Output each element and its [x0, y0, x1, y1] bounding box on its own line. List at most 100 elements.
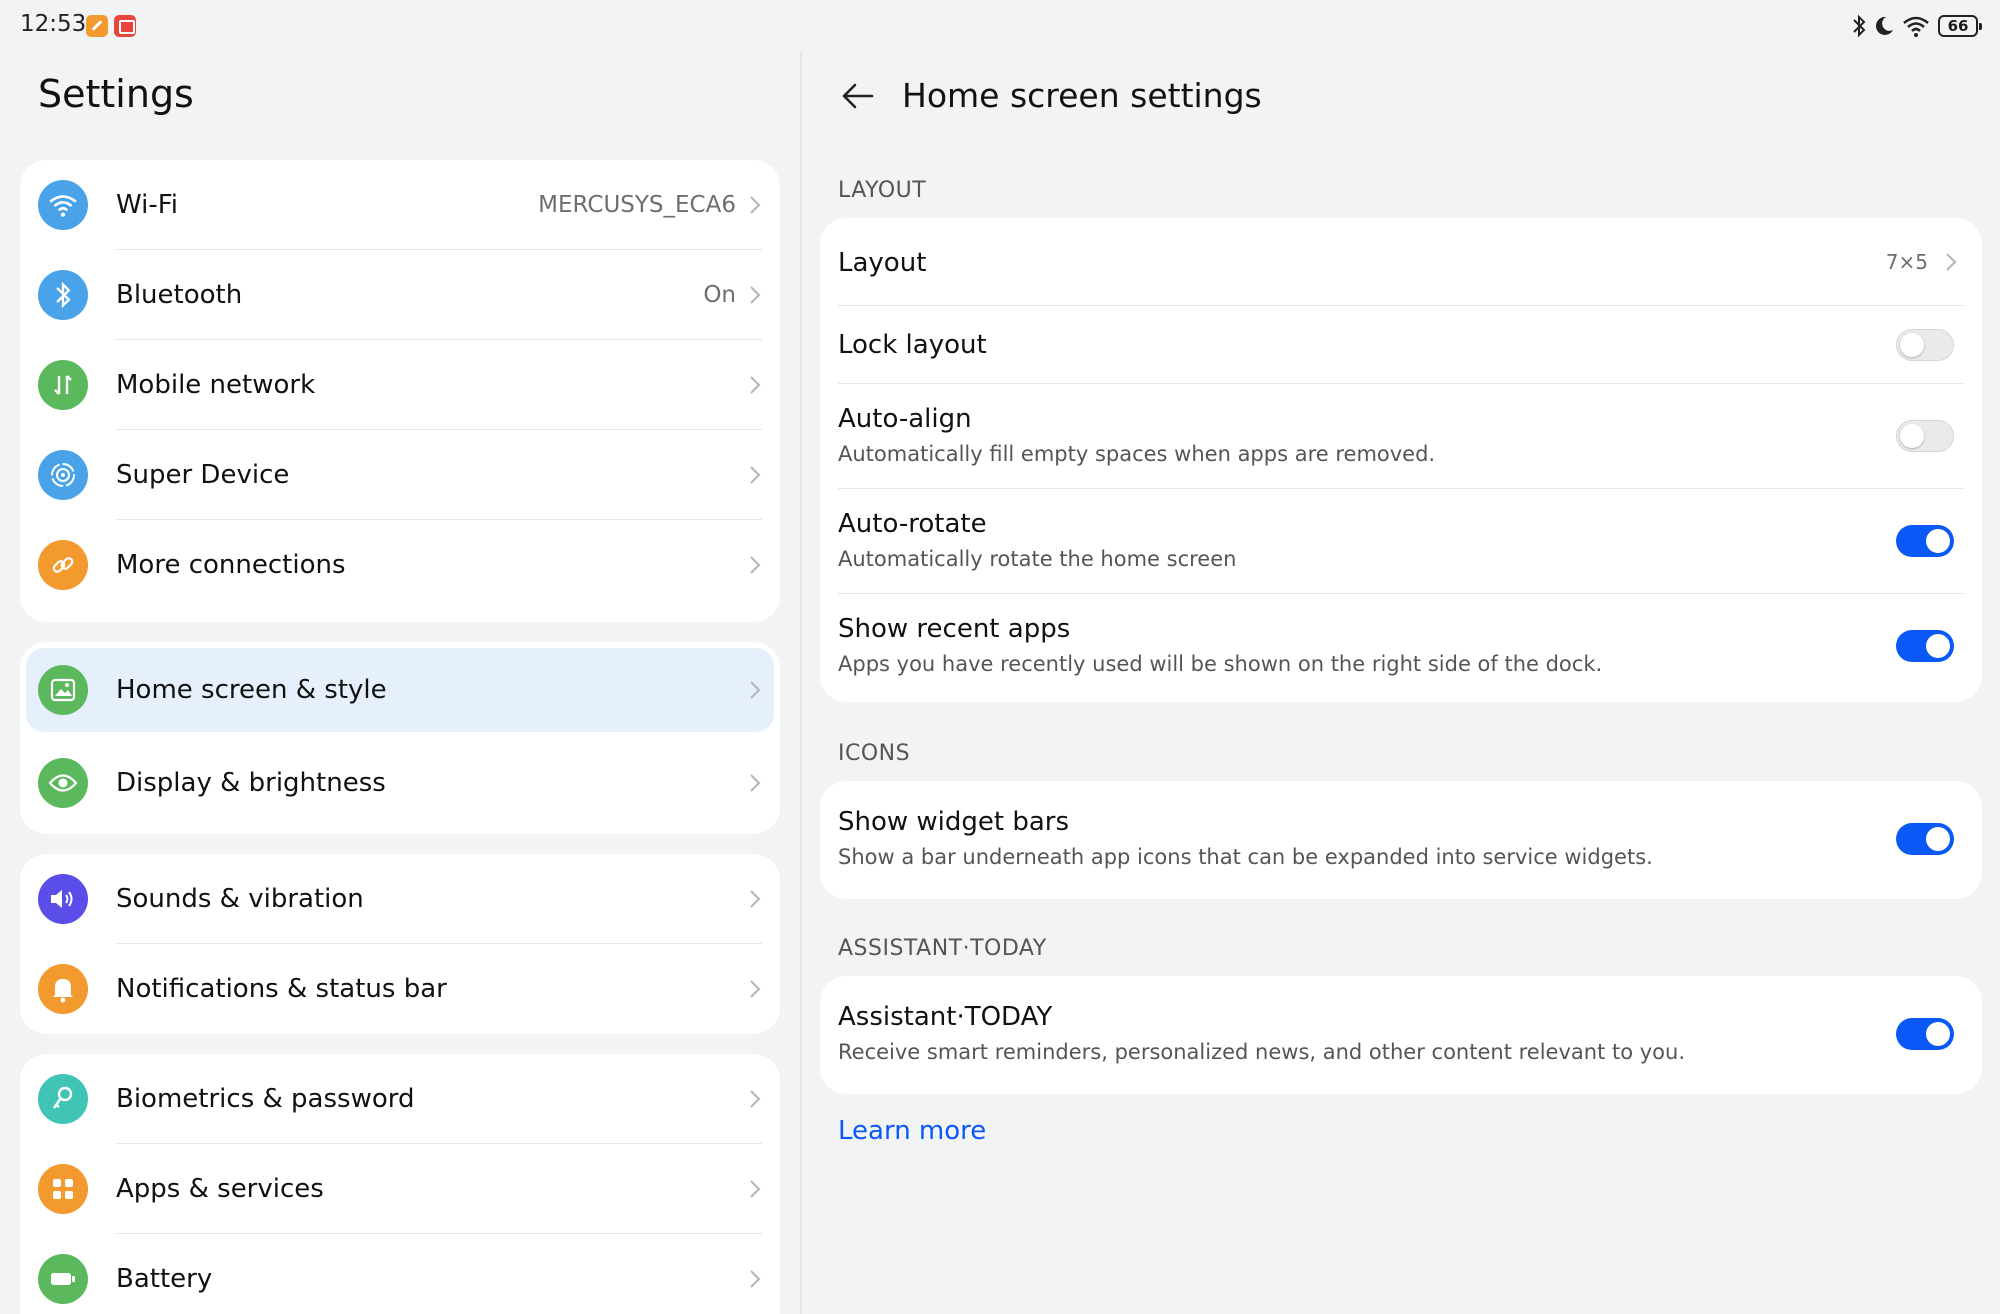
battery-icon [38, 1254, 88, 1304]
chevron-right-icon [750, 286, 761, 304]
setting-subtitle: Show a bar underneath app icons that can… [838, 845, 1653, 869]
bell-icon [38, 964, 88, 1014]
wifi-icon [1902, 15, 1930, 37]
eye-icon [38, 758, 88, 808]
sidebar-item-mobile-network[interactable]: Mobile network [20, 340, 780, 430]
auto-rotate-toggle[interactable] [1896, 525, 1954, 557]
sidebar-item-label: Mobile network [116, 370, 316, 400]
setting-title: Auto-align [838, 404, 972, 434]
key-icon [38, 1074, 88, 1124]
setting-row-auto-rotate[interactable]: Auto-rotate Automatically rotate the hom… [820, 489, 1982, 594]
sidebar-item-value: MERCUSYS_ECA6 [538, 192, 736, 218]
chevron-right-icon [1946, 253, 1957, 271]
sidebar-item-label: Apps & services [116, 1174, 324, 1204]
chevron-right-icon [750, 890, 761, 908]
setting-title: Layout [838, 248, 927, 278]
mobile-data-icon [38, 360, 88, 410]
lock-layout-toggle[interactable] [1896, 329, 1954, 361]
setting-subtitle: Receive smart reminders, personalized ne… [838, 1040, 1685, 1064]
link-icon [38, 540, 88, 590]
chevron-right-icon [750, 681, 761, 699]
section-header-assistant-today: ASSISTANT·TODAY [838, 936, 1047, 961]
settings-group-display: Home screen & style Display & brightness [20, 642, 780, 834]
settings-card-icons: Show widget bars Show a bar underneath a… [820, 781, 1982, 899]
chevron-right-icon [750, 466, 761, 484]
setting-row-auto-align[interactable]: Auto-align Automatically fill empty spac… [820, 384, 1982, 489]
page-title: Settings [38, 72, 194, 116]
sidebar-item-more-connections[interactable]: More connections [20, 520, 780, 610]
sidebar-item-label: Wi-Fi [116, 190, 179, 220]
learn-more-link[interactable]: Learn more [838, 1116, 986, 1146]
settings-group-security: Biometrics & password Apps & services Ba… [20, 1054, 780, 1314]
bluetooth-icon [1852, 14, 1866, 38]
moon-icon [1874, 15, 1894, 37]
setting-title: Show widget bars [838, 807, 1070, 837]
back-arrow-icon[interactable] [838, 76, 878, 116]
setting-title: Show recent apps [838, 614, 1071, 644]
setting-title: Auto-rotate [838, 509, 987, 539]
bluetooth-icon [38, 270, 88, 320]
sidebar-item-biometrics-password[interactable]: Biometrics & password [20, 1054, 780, 1144]
sidebar-item-sounds-vibration[interactable]: Sounds & vibration [20, 854, 780, 944]
chevron-right-icon [750, 1090, 761, 1108]
auto-align-toggle[interactable] [1896, 420, 1954, 452]
app-notification-icon [114, 15, 136, 37]
sidebar-item-label: Home screen & style [116, 675, 387, 705]
setting-row-assistant-today[interactable]: Assistant·TODAY Receive smart reminders,… [820, 976, 1982, 1094]
settings-group-connections: Wi-Fi MERCUSYS_ECA6 Bluetooth On Mobile … [20, 160, 780, 622]
settings-card-layout: Layout 7×5 Lock layout Auto-align Automa… [820, 218, 1982, 702]
sidebar-item-notifications-status-bar[interactable]: Notifications & status bar [20, 944, 780, 1034]
setting-subtitle: Automatically rotate the home screen [838, 547, 1237, 571]
setting-value: 7×5 [1885, 250, 1928, 274]
sidebar-item-bluetooth[interactable]: Bluetooth On [20, 250, 780, 340]
image-icon [38, 665, 88, 715]
chevron-right-icon [750, 980, 761, 998]
wifi-icon [38, 180, 88, 230]
sidebar-item-apps-services[interactable]: Apps & services [20, 1144, 780, 1234]
speaker-icon [38, 874, 88, 924]
sidebar-item-label: More connections [116, 550, 346, 580]
sidebar-item-label: Biometrics & password [116, 1084, 415, 1114]
show-recent-apps-toggle[interactable] [1896, 630, 1954, 662]
chevron-right-icon [750, 196, 761, 214]
setting-subtitle: Apps you have recently used will be show… [838, 652, 1603, 676]
app-notification-icon [86, 15, 108, 37]
show-widget-bars-toggle[interactable] [1896, 823, 1954, 855]
chevron-right-icon [750, 1180, 761, 1198]
status-bar: 12:53 66 [0, 0, 2000, 52]
section-header-icons: ICONS [838, 741, 911, 766]
setting-row-show-widget-bars[interactable]: Show widget bars Show a bar underneath a… [820, 781, 1982, 899]
page-title: Home screen settings [902, 76, 1262, 115]
sidebar-item-home-screen-style[interactable]: Home screen & style [20, 642, 780, 738]
assistant-today-toggle[interactable] [1896, 1018, 1954, 1050]
clock: 12:53 [20, 11, 87, 37]
setting-row-lock-layout[interactable]: Lock layout [820, 306, 1982, 384]
apps-icon [38, 1164, 88, 1214]
setting-subtitle: Automatically fill empty spaces when app… [838, 442, 1436, 466]
chevron-right-icon [750, 556, 761, 574]
sidebar-item-label: Display & brightness [116, 768, 386, 798]
sidebar-item-label: Bluetooth [116, 280, 243, 310]
sidebar-item-wifi[interactable]: Wi-Fi MERCUSYS_ECA6 [20, 160, 780, 250]
sidebar-item-label: Sounds & vibration [116, 884, 364, 914]
battery-icon: 66 [1938, 15, 1982, 37]
sidebar-item-label: Super Device [116, 460, 290, 490]
section-header-layout: LAYOUT [838, 178, 927, 203]
setting-title: Assistant·TODAY [838, 1002, 1053, 1032]
sidebar-item-value: On [703, 282, 736, 308]
settings-card-assistant: Assistant·TODAY Receive smart reminders,… [820, 976, 1982, 1094]
super-device-icon [38, 450, 88, 500]
sidebar-item-label: Notifications & status bar [116, 974, 447, 1004]
sidebar-item-battery[interactable]: Battery [20, 1234, 780, 1314]
sidebar-item-display-brightness[interactable]: Display & brightness [20, 738, 780, 834]
settings-group-sound: Sounds & vibration Notifications & statu… [20, 854, 780, 1034]
chevron-right-icon [750, 1270, 761, 1288]
sidebar-item-super-device[interactable]: Super Device [20, 430, 780, 520]
chevron-right-icon [750, 774, 761, 792]
setting-row-show-recent-apps[interactable]: Show recent apps Apps you have recently … [820, 594, 1982, 702]
setting-row-layout[interactable]: Layout 7×5 [820, 218, 1982, 306]
detail-pane: Home screen settings LAYOUT Layout 7×5 L… [802, 52, 2000, 1314]
settings-sidebar: Settings Wi-Fi MERCUSYS_ECA6 Bluetooth O… [0, 52, 800, 1314]
sidebar-item-label: Battery [116, 1264, 213, 1294]
battery-level: 66 [1947, 17, 1969, 35]
